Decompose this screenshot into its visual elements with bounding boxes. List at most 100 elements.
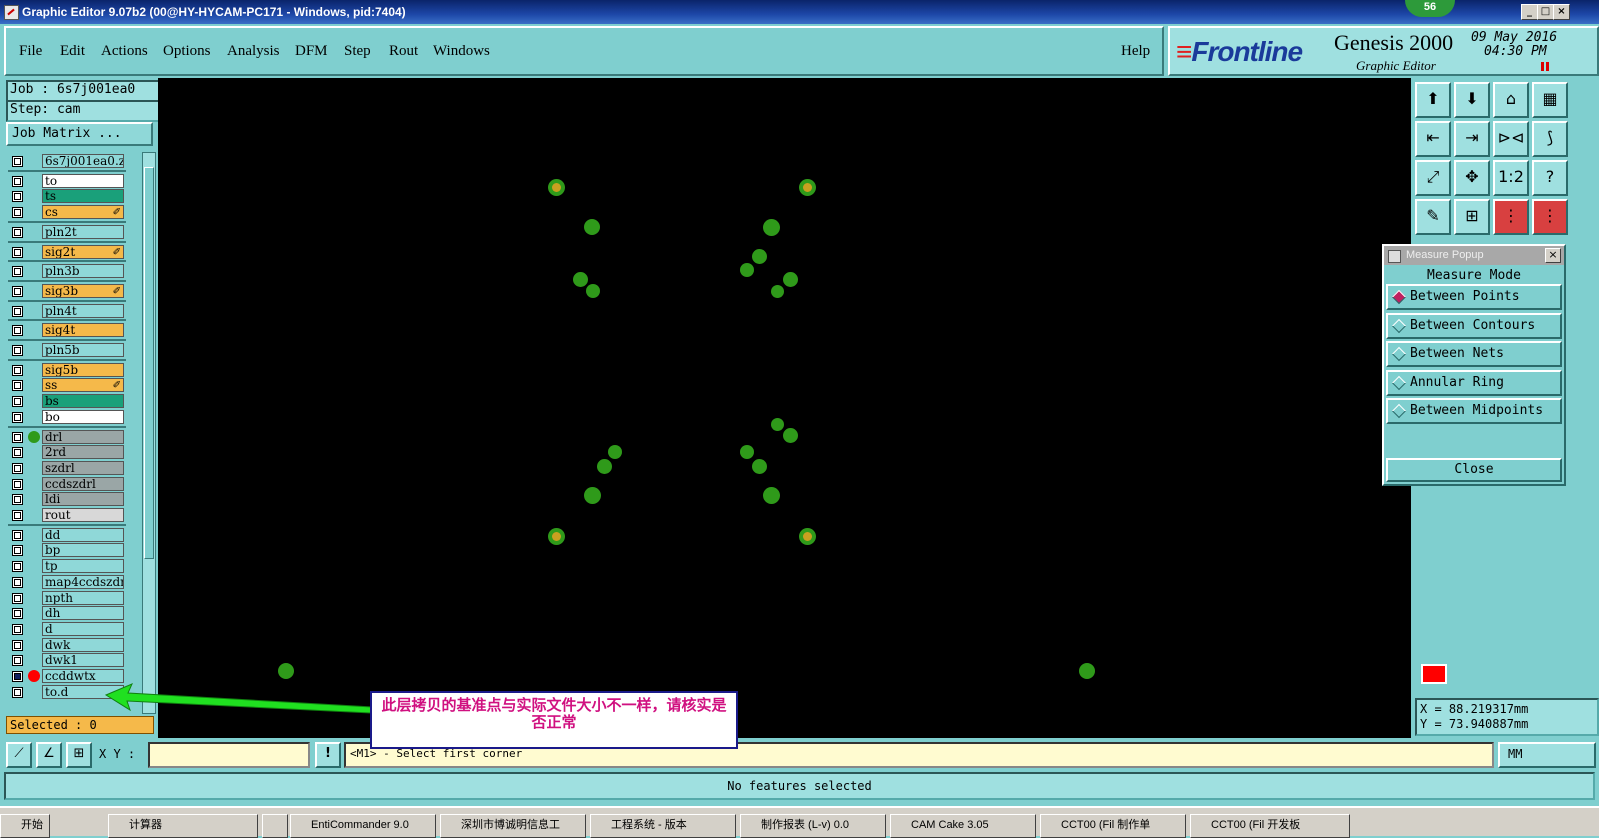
taskbar-item[interactable]: CCT00 (Fil 制作单 <box>1040 814 1186 838</box>
snap-icon[interactable]: ⟋ <box>6 742 32 768</box>
menu-rout[interactable]: Rout <box>389 43 418 60</box>
menu-step[interactable]: Step <box>344 43 371 60</box>
layer-checkbox[interactable] <box>12 325 23 337</box>
layer-row[interactable]: bp <box>6 543 140 558</box>
layer-name[interactable]: pln4t <box>42 303 124 318</box>
window-title-bar[interactable]: Graphic Editor 9.07b2 (00@HY-HYCAM-PC171… <box>0 0 1599 24</box>
layer-name[interactable]: ts <box>42 189 124 204</box>
pan-right-icon[interactable]: ⇥ <box>1454 121 1490 157</box>
xy-input[interactable] <box>148 742 310 768</box>
layer-checkbox[interactable] <box>12 285 23 297</box>
zoom-fit-icon[interactable]: ⊳⊲ <box>1493 121 1529 157</box>
layer-checkbox[interactable] <box>12 156 23 167</box>
layer-row[interactable]: dwk1 <box>6 653 140 668</box>
layer-checkbox[interactable] <box>12 462 23 474</box>
pad-feature[interactable] <box>278 663 294 679</box>
layer-color-indicator[interactable] <box>1421 664 1447 684</box>
layer-name[interactable]: dh <box>42 606 124 621</box>
layer-checkbox[interactable] <box>12 671 23 682</box>
layer-row[interactable]: map4ccdszdrl <box>6 574 140 590</box>
taskbar-item[interactable]: 计算器 <box>108 814 258 838</box>
pad-feature[interactable] <box>770 417 784 431</box>
pad-feature[interactable] <box>584 219 600 235</box>
pad-feature[interactable] <box>572 271 588 287</box>
layer-checkbox[interactable] <box>12 411 23 423</box>
pad-feature[interactable] <box>782 271 798 287</box>
home-icon[interactable]: ⌂ <box>1493 82 1529 118</box>
layer-checkbox[interactable] <box>12 246 23 258</box>
snap-tool-icon[interactable]: ✎ <box>1415 199 1451 235</box>
layer-name[interactable]: ss ✐ <box>42 378 124 393</box>
layer-red-alt-icon[interactable]: ⋮ <box>1532 199 1568 235</box>
pad-feature[interactable] <box>740 263 754 277</box>
layer-name[interactable]: pln3b <box>42 264 124 279</box>
scale-icon[interactable]: 1:2 <box>1493 160 1529 196</box>
layer-name[interactable]: sig3b ✐ <box>42 283 124 298</box>
layer-row[interactable]: pln3b <box>6 264 140 279</box>
layer-row[interactable]: npth <box>6 590 140 606</box>
layer-checkbox[interactable] <box>12 608 23 620</box>
menu-help[interactable]: Help <box>1121 43 1150 60</box>
layer-row[interactable]: dwk <box>6 637 140 653</box>
layer-row[interactable]: sig5b <box>6 362 140 378</box>
layer-row[interactable]: dh <box>6 606 140 621</box>
layer-checkbox[interactable] <box>12 266 23 278</box>
layer-row[interactable]: pln4t <box>6 303 140 319</box>
job-matrix-button[interactable]: Job Matrix ... <box>6 122 153 146</box>
layer-row[interactable]: pln2t <box>6 224 140 240</box>
layer-checkbox[interactable] <box>12 510 23 521</box>
layer-checkbox[interactable] <box>12 623 23 635</box>
layer-name[interactable]: dwk <box>42 637 124 652</box>
measure-option[interactable]: Between Midpoints <box>1386 398 1562 425</box>
layer-name[interactable]: sig5b <box>42 362 124 377</box>
pad-feature[interactable] <box>762 486 780 504</box>
radio-diamond-icon[interactable] <box>1391 347 1407 362</box>
alert-icon[interactable]: ! <box>315 742 341 768</box>
layer-name[interactable]: rout <box>42 508 124 522</box>
layer-checkbox[interactable] <box>12 396 23 408</box>
layer-row[interactable]: sig3b ✐ <box>6 283 140 299</box>
taskbar-item[interactable]: 工程系统 - 版本 <box>590 814 736 838</box>
layer-name[interactable]: bp <box>42 543 124 558</box>
grid-icon[interactable]: ⊞ <box>66 742 92 768</box>
layer-name[interactable]: cs ✐ <box>42 205 124 220</box>
layer-checkbox[interactable] <box>12 545 23 557</box>
layer-row[interactable]: tp <box>6 559 140 574</box>
close-button[interactable]: × <box>1553 4 1570 20</box>
layer-name[interactable]: dd <box>42 527 124 542</box>
layer-display-indicator[interactable] <box>28 430 40 443</box>
layer-row[interactable]: szdrl <box>6 460 140 476</box>
layer-name[interactable]: dwk1 <box>42 653 124 668</box>
layer-name[interactable]: npth <box>42 590 124 605</box>
layer-row[interactable]: bo <box>6 409 140 425</box>
menu-options[interactable]: Options <box>163 43 211 60</box>
units-select[interactable]: MM <box>1498 742 1596 768</box>
menu-dfm[interactable]: DFM <box>295 43 328 60</box>
layer-checkbox[interactable] <box>12 364 23 376</box>
zoom-area-icon[interactable]: ⤢ <box>1415 160 1451 196</box>
pad-feature[interactable] <box>547 178 565 196</box>
minimize-button[interactable]: _ <box>1521 4 1538 20</box>
layer-checkbox[interactable] <box>12 686 23 698</box>
pad-feature[interactable] <box>1079 663 1095 679</box>
layer-row[interactable]: ss ✐ <box>6 378 140 393</box>
redraw-icon[interactable]: ⟆ <box>1532 121 1568 157</box>
layer-name[interactable]: ldi <box>42 492 124 507</box>
measure-option[interactable]: Between Nets <box>1386 341 1562 368</box>
layer-checkbox[interactable] <box>12 175 23 187</box>
menu-edit[interactable]: Edit <box>60 43 85 60</box>
layer-checkbox[interactable] <box>12 431 23 443</box>
layer-checkbox[interactable] <box>12 447 23 459</box>
zoom-home-icon[interactable]: ⬆ <box>1415 82 1451 118</box>
measure-option[interactable]: Between Points <box>1386 284 1562 310</box>
layer-row[interactable]: pln5b <box>6 343 140 358</box>
scrollbar-thumb[interactable] <box>144 167 154 559</box>
menu-windows[interactable]: Windows <box>433 43 490 60</box>
view-icon[interactable]: ▦ <box>1532 82 1568 118</box>
layer-name[interactable]: sig4t <box>42 323 124 338</box>
layer-row[interactable]: drl <box>6 429 140 445</box>
layer-row[interactable]: cs ✐ <box>6 205 140 220</box>
layer-name[interactable]: szdrl <box>42 460 124 475</box>
layer-row[interactable]: 2rd <box>6 445 140 460</box>
pad-feature[interactable] <box>798 527 816 545</box>
